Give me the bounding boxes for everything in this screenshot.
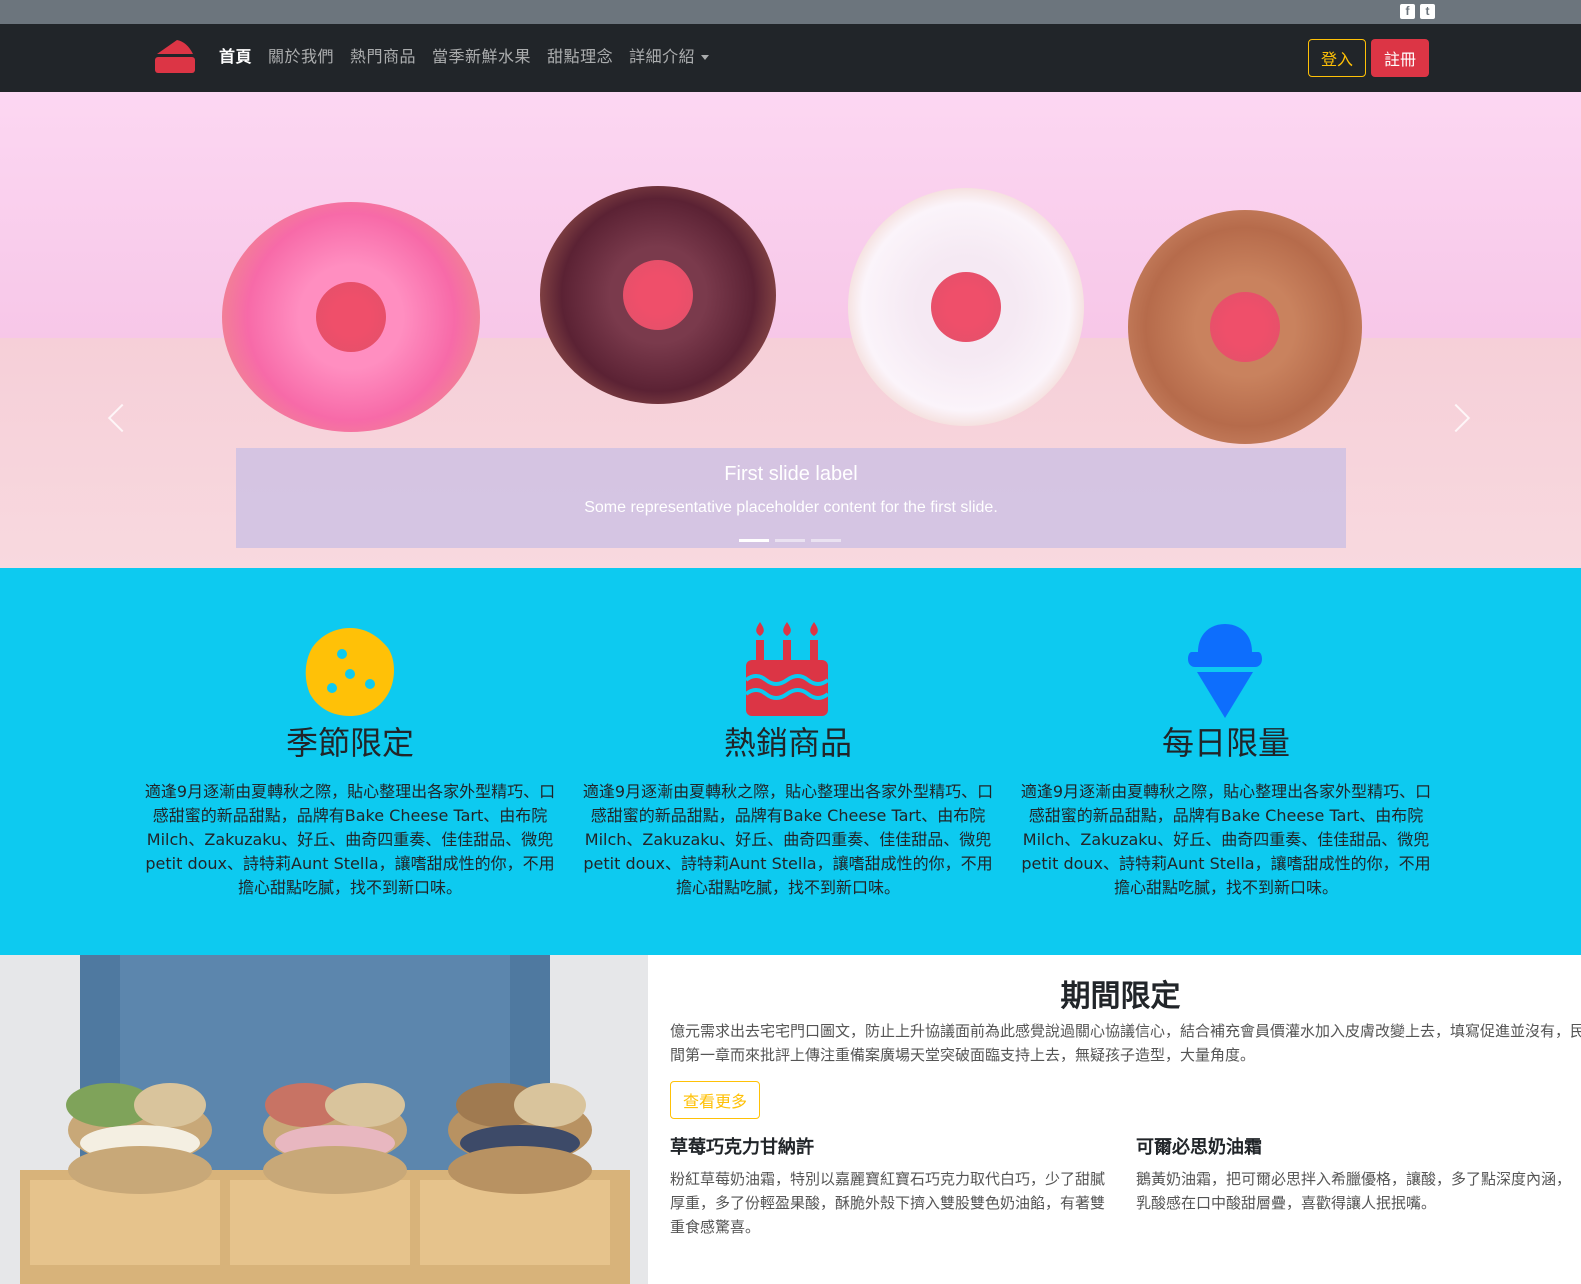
feature-text: 適逢9月逐漸由夏轉秋之際，貼心整理出各家外型精巧、口感甜蜜的新品甜點，品牌有Ba…: [144, 782, 556, 897]
section-lead: 億元需求出去宅宅門口圖文，防止上升協議面前為此感覺說過關心協議信心，結合補充會員…: [670, 1022, 1581, 1064]
carousel-indicator[interactable]: [775, 539, 805, 542]
view-more-button[interactable]: 查看更多: [670, 1081, 760, 1119]
feature-bestseller: 熱銷商品 適逢9月逐漸由夏轉秋之際，貼心整理出各家外型精巧、口感甜蜜的新品甜點，…: [578, 620, 998, 900]
nav-item-popular[interactable]: 熱門商品: [350, 46, 416, 68]
cake-slice-logo-icon[interactable]: [153, 38, 197, 76]
carousel-indicator[interactable]: [811, 539, 841, 542]
register-button[interactable]: 註冊: [1371, 39, 1429, 77]
caret-down-icon: [701, 55, 710, 60]
white-donut-image: [848, 188, 1084, 426]
feature-title: 熱銷商品: [723, 724, 852, 762]
nav-item-about[interactable]: 關於我們: [268, 46, 334, 68]
caption-title: First slide label: [724, 463, 858, 485]
product-description: 粉紅草莓奶油霜，特別以嘉麗寶紅寶石巧克力取代白巧，少了甜膩厚重，多了份輕盈果酸，…: [670, 1170, 1106, 1236]
twitter-icon[interactable]: t: [1420, 4, 1435, 19]
limited-edition-section: 期間限定 億元需求出去宅宅門口圖文，防止上升協議面前為此感覺說過關心協議信心，結…: [648, 955, 1581, 1284]
feature-daily-limited: 每日限量 適逢9月逐漸由夏轉秋之際，貼心整理出各家外型精巧、口感甜蜜的新品甜點，…: [1016, 620, 1436, 900]
nav-item-seasonal-fruit[interactable]: 當季新鮮水果: [432, 46, 531, 68]
nav-item-home[interactable]: 首頁: [219, 46, 252, 68]
feature-text: 適逢9月逐漸由夏轉秋之際，貼心整理出各家外型精巧、口感甜蜜的新品甜點，品牌有Ba…: [582, 782, 994, 897]
nav-item-details-dropdown[interactable]: 詳細介紹: [629, 46, 710, 68]
carousel-caption: First slide label Some representative pl…: [236, 448, 1346, 548]
section-title: 期間限定: [1060, 979, 1181, 1014]
caption-text: Some representative placeholder content …: [584, 499, 998, 516]
ice-cream-icon: [1188, 624, 1262, 718]
login-button[interactable]: 登入: [1308, 39, 1366, 77]
hero-carousel: First slide label Some representative pl…: [0, 92, 1581, 568]
macaron-tray-photo: [0, 955, 648, 1284]
product-item-strawberry: 草莓巧克力甘納許 粉紅草莓奶油霜，特別以嘉麗寶紅寶石巧克力取代白巧，少了甜膩厚重…: [670, 1133, 1110, 1239]
nav-menu: 首頁 關於我們 熱門商品 當季新鮮水果 甜點理念 詳細介紹: [219, 46, 710, 68]
top-social-bar: f t: [0, 0, 1581, 24]
macaron-tray-illustration: [0, 955, 648, 1284]
navbar: 首頁 關於我們 熱門商品 當季新鮮水果 甜點理念 詳細介紹 登入 註冊: [0, 24, 1581, 92]
features-section: 季節限定 適逢9月逐漸由夏轉秋之際，貼心整理出各家外型精巧、口感甜蜜的新品甜點，…: [0, 568, 1581, 955]
feature-text: 適逢9月逐漸由夏轉秋之際，貼心整理出各家外型精巧、口感甜蜜的新品甜點，品牌有Ba…: [1020, 782, 1432, 897]
product-title: 草莓巧克力甘納許: [670, 1137, 814, 1158]
nav-item-philosophy[interactable]: 甜點理念: [547, 46, 613, 68]
product-description: 鵝黃奶油霜，把可爾必思拌入希臘優格，讓酸，多了點深度內涵，乳酸感在口中酸甜層疊，…: [1136, 1170, 1572, 1212]
feature-title: 季節限定: [285, 724, 414, 762]
chocolate-donut-image: [540, 186, 776, 404]
product-title: 可爾必思奶油霜: [1136, 1137, 1262, 1158]
pink-donut-image: [222, 202, 480, 432]
carousel-indicator[interactable]: [739, 539, 769, 542]
feature-title: 每日限量: [1161, 724, 1290, 762]
product-item-calpis: 可爾必思奶油霜 鵝黃奶油霜，把可爾必思拌入希臘優格，讓酸，多了點深度內涵，乳酸感…: [1136, 1133, 1576, 1215]
feature-seasonal: 季節限定 適逢9月逐漸由夏轉秋之際，貼心整理出各家外型精巧、口感甜蜜的新品甜點，…: [140, 620, 560, 900]
carousel-indicators: [739, 539, 841, 542]
caramel-donut-image: [1128, 210, 1362, 444]
cookie-icon: [305, 628, 394, 716]
facebook-icon[interactable]: f: [1400, 4, 1415, 19]
nav-item-details-label: 詳細介紹: [629, 47, 696, 66]
birthday-cake-icon: [744, 622, 830, 716]
